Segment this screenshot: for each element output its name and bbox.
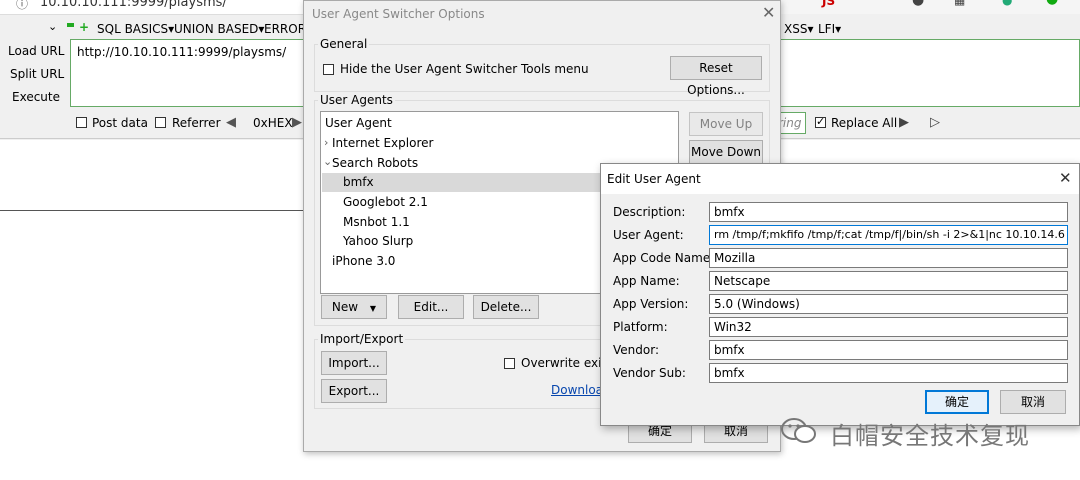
post-data-label: Post data	[92, 116, 148, 130]
app-name-label: App Name:	[613, 274, 680, 288]
replace-all-checkbox[interactable]	[815, 115, 826, 128]
vendor-label: Vendor:	[613, 343, 659, 357]
hex-label: 0xHEX	[253, 116, 293, 130]
load-url-button[interactable]: Load URL	[8, 44, 64, 58]
wechat-icon	[781, 418, 816, 443]
tree-collapse-chevron-icon[interactable]: ⌄	[323, 155, 332, 168]
tree-item-bmfx[interactable]: bmfx	[343, 175, 374, 189]
alien-icon[interactable]: ●	[1046, 0, 1058, 7]
string-field-text: ring	[778, 116, 802, 130]
move-up-button[interactable]: Move Up	[689, 112, 763, 136]
edit-user-agent-dialog: Edit User Agent ✕ Description: bmfx User…	[600, 163, 1080, 426]
split-url-button[interactable]: Split URL	[10, 67, 64, 81]
tree-item-user-agent[interactable]: User Agent	[325, 116, 392, 130]
user-agent-field[interactable]: rm /tmp/f;mkfifo /tmp/f;cat /tmp/f|/bin/…	[709, 225, 1068, 245]
hex-left-arrow-icon[interactable]: ◀	[226, 115, 236, 130]
js-extension-icon[interactable]: JS	[822, 0, 835, 8]
browser-url-strip: ⓘ 10.10.10.111:9999/playsms/	[0, 0, 310, 15]
url-textarea-value: http://10.10.10.111:9999/playsms/	[77, 45, 287, 59]
new-button-label: New	[331, 300, 359, 314]
post-data-checkbox[interactable]	[76, 117, 87, 128]
hackbar-minus-icon[interactable]	[67, 23, 74, 27]
tree-item-internet-explorer[interactable]: Internet Explorer	[332, 136, 433, 150]
menu-lfi[interactable]: LFI▾	[818, 22, 841, 36]
page-divider	[0, 210, 310, 211]
replace-arrow-icon[interactable]: ▶	[899, 115, 909, 130]
app-code-name-label: App Code Name:	[613, 251, 715, 265]
menu-sql-basics[interactable]: SQL BASICS▾	[97, 22, 174, 36]
platform-label: Platform:	[613, 320, 668, 334]
close-icon[interactable]: ✕	[1059, 169, 1072, 187]
hide-menu-checkbox[interactable]	[323, 64, 334, 75]
hackbar-plus-icon[interactable]: +	[79, 20, 89, 34]
description-label: Description:	[613, 205, 686, 219]
user-agents-label: User Agents	[318, 93, 395, 107]
tree-item-yahoo-slurp[interactable]: Yahoo Slurp	[343, 234, 413, 248]
globe-icon[interactable]: ●	[1002, 0, 1012, 7]
menu-union-based[interactable]: UNION BASED▾	[174, 22, 264, 36]
execute-button[interactable]: Execute	[12, 90, 60, 104]
general-label: General	[318, 37, 370, 51]
edit-cancel-button[interactable]: 取消	[1000, 390, 1066, 414]
close-icon[interactable]: ✕	[762, 3, 775, 22]
delete-button[interactable]: Delete...	[473, 295, 539, 319]
string-field-partial[interactable]: ring	[778, 112, 806, 134]
referrer-label: Referrer	[172, 116, 221, 130]
options-dialog-title: User Agent Switcher Options	[312, 7, 485, 21]
hide-menu-label: Hide the User Agent Switcher Tools menu	[340, 62, 589, 76]
hex-right-arrow-icon[interactable]: ▶	[292, 115, 302, 130]
vendor-field[interactable]: bmfx	[709, 340, 1068, 360]
app-version-label: App Version:	[613, 297, 689, 311]
watermark-text: 白帽安全技术复现	[830, 422, 1030, 450]
page-info-icon[interactable]: ⓘ	[16, 0, 28, 12]
replace-all-label: Replace All	[831, 116, 898, 130]
reset-options-button[interactable]: Reset Options...	[670, 56, 762, 97]
description-field[interactable]: bmfx	[709, 202, 1068, 222]
tree-item-msnbot[interactable]: Msnbot 1.1	[343, 215, 410, 229]
browser-right-toolbar: JS ● ▦ ● ●	[780, 0, 1080, 14]
replace-reverse-arrow-icon[interactable]: ▷	[930, 115, 940, 130]
clipboard-icon[interactable]: ▦	[954, 0, 965, 7]
import-export-label: Import/Export	[318, 332, 406, 346]
import-button[interactable]: Import...	[321, 351, 387, 375]
extension-icon[interactable]: ●	[912, 0, 924, 8]
platform-field[interactable]: Win32	[709, 317, 1068, 337]
overwrite-checkbox[interactable]	[504, 358, 515, 369]
tree-item-googlebot[interactable]: Googlebot 2.1	[343, 195, 428, 209]
app-name-field[interactable]: Netscape	[709, 271, 1068, 291]
menu-xss[interactable]: XSS▾	[784, 22, 813, 36]
browser-url-display[interactable]: 10.10.10.111:9999/playsms/	[40, 0, 227, 10]
watermark: 白帽安全技术复现	[780, 412, 1070, 452]
tree-expand-chevron-icon[interactable]: ›	[324, 136, 328, 149]
tree-item-iphone[interactable]: iPhone 3.0	[332, 254, 395, 268]
vendor-sub-label: Vendor Sub:	[613, 366, 686, 380]
vendor-sub-field[interactable]: bmfx	[709, 363, 1068, 383]
export-button[interactable]: Export...	[321, 379, 387, 403]
tree-item-search-robots[interactable]: Search Robots	[332, 156, 418, 170]
edit-button[interactable]: Edit...	[398, 295, 464, 319]
move-down-button[interactable]: Move Down	[689, 140, 763, 164]
app-version-field[interactable]: 5.0 (Windows)	[709, 294, 1068, 314]
user-agent-label: User Agent:	[613, 228, 684, 242]
edit-ok-button[interactable]: 确定	[925, 390, 989, 414]
new-button[interactable]: New ▼	[321, 295, 387, 319]
new-dropdown-arrow-icon: ▼	[369, 304, 377, 313]
app-code-name-field[interactable]: Mozilla	[709, 248, 1068, 268]
referrer-checkbox[interactable]	[155, 117, 166, 128]
menu-dropdown-chevron-icon[interactable]: ⌄	[48, 20, 57, 33]
edit-dialog-title: Edit User Agent	[607, 172, 701, 186]
